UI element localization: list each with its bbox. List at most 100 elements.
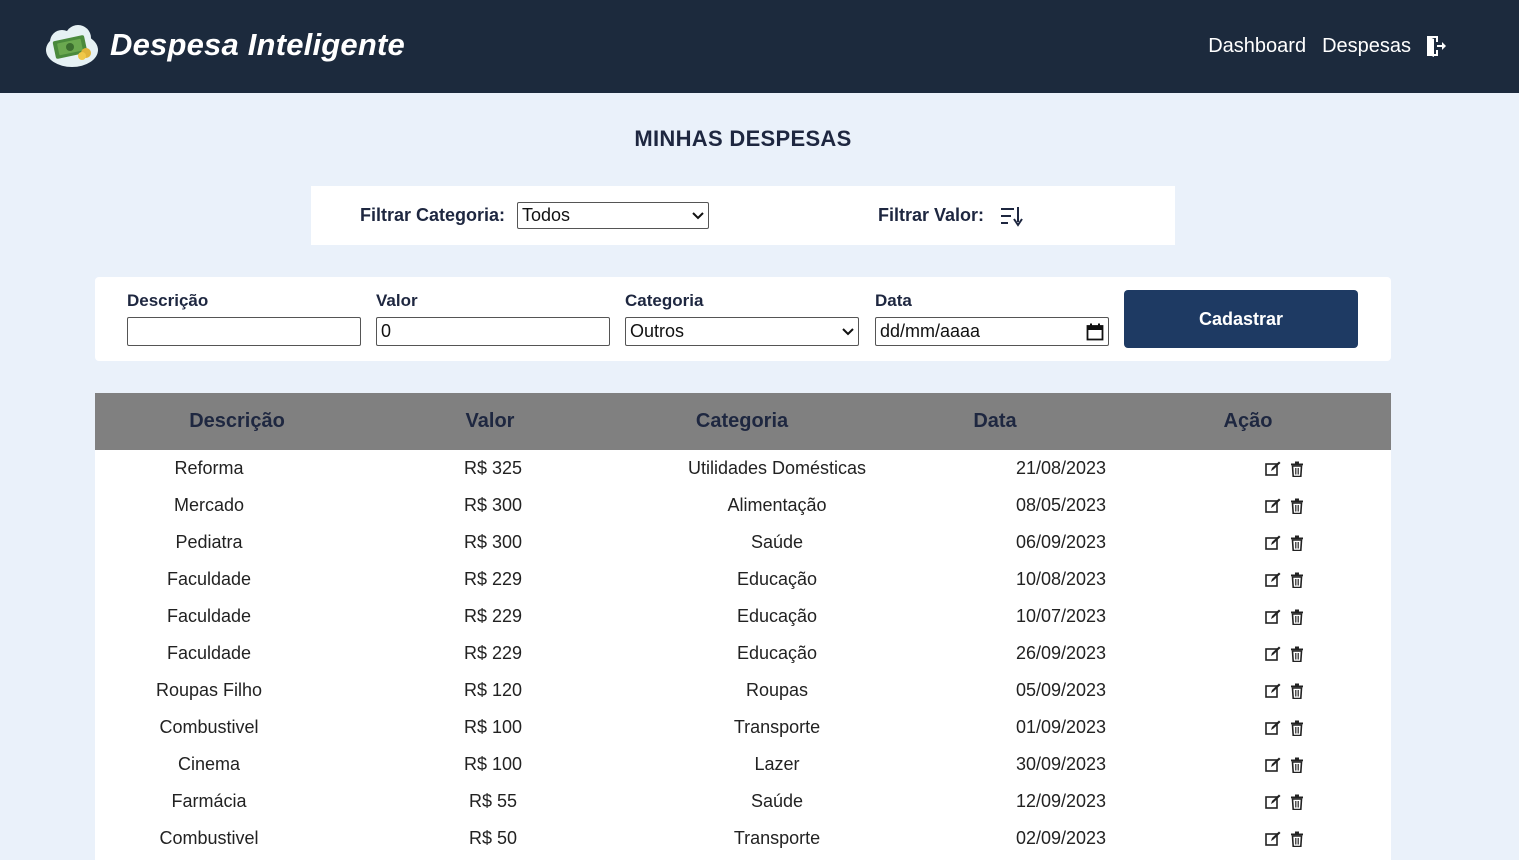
cell-categoria: Alimentação	[727, 495, 827, 515]
table-row: Mercado R$ 300 Alimentação 08/05/2023	[95, 487, 1391, 524]
chevron-down-icon	[842, 327, 854, 335]
value-field-group: Valor 0	[376, 291, 610, 346]
nav-link-despesas[interactable]: Despesas	[1322, 35, 1411, 58]
trash-icon[interactable]	[1289, 720, 1305, 736]
expense-form: Descrição Valor 0 Categoria Outros Data …	[95, 277, 1391, 361]
cell-acao	[1235, 498, 1335, 514]
value-input[interactable]: 0	[376, 317, 610, 346]
logout-icon[interactable]	[1425, 34, 1447, 58]
cell-descricao: Pediatra	[175, 532, 243, 552]
description-field-group: Descrição	[127, 291, 361, 346]
cell-categoria: Roupas	[745, 680, 809, 700]
cell-categoria: Transporte	[733, 828, 821, 848]
edit-icon[interactable]	[1265, 720, 1281, 736]
trash-icon[interactable]	[1289, 683, 1305, 699]
cell-data: 12/09/2023	[1015, 791, 1107, 811]
cell-data: 02/09/2023	[1015, 828, 1107, 848]
category-field-group: Categoria Outros	[625, 291, 859, 346]
trash-icon[interactable]	[1289, 461, 1305, 477]
cell-valor: R$ 229	[463, 643, 523, 663]
edit-icon[interactable]	[1265, 646, 1281, 662]
cell-valor: R$ 100	[463, 717, 523, 737]
table-row: Faculdade R$ 229 Educação 10/07/2023	[95, 598, 1391, 635]
filter-bar: Filtrar Categoria: Todos Filtrar Valor:	[311, 186, 1175, 245]
chevron-down-icon	[692, 211, 704, 219]
cell-acao	[1235, 535, 1335, 551]
trash-icon[interactable]	[1289, 572, 1305, 588]
description-label: Descrição	[127, 291, 209, 310]
sort-descending-icon[interactable]	[1000, 205, 1024, 227]
cell-valor: R$ 325	[463, 458, 523, 478]
nav-link-dashboard[interactable]: Dashboard	[1208, 35, 1306, 58]
cell-categoria: Lazer	[754, 754, 800, 774]
value-label: Valor	[376, 291, 418, 310]
trash-icon[interactable]	[1289, 535, 1305, 551]
category-select[interactable]: Outros	[625, 317, 859, 346]
nav-links: Dashboard Despesas	[1192, 30, 1447, 62]
filter-value-label: Filtrar Valor:	[878, 205, 985, 225]
cell-categoria: Educação	[736, 606, 818, 626]
cell-acao	[1235, 794, 1335, 810]
cell-descricao: Faculdade	[166, 643, 252, 663]
table-row: Faculdade R$ 229 Educação 10/08/2023	[95, 561, 1391, 598]
category-label: Categoria	[625, 291, 704, 310]
cell-data: 30/09/2023	[1015, 754, 1107, 774]
date-label: Data	[875, 291, 912, 310]
filter-category-select[interactable]: Todos	[517, 202, 709, 229]
cell-valor: R$ 100	[463, 754, 523, 774]
edit-icon[interactable]	[1265, 461, 1281, 477]
cell-descricao: Farmácia	[171, 791, 247, 811]
edit-icon[interactable]	[1265, 609, 1281, 625]
cell-valor: R$ 229	[463, 569, 523, 589]
table-row: Farmácia R$ 55 Saúde 12/09/2023	[95, 783, 1391, 820]
cell-categoria: Educação	[736, 643, 818, 663]
cell-acao	[1235, 831, 1335, 847]
cell-data: 08/05/2023	[1015, 495, 1107, 515]
date-input[interactable]: dd/mm/aaaa	[875, 317, 1109, 346]
top-navbar: Despesa Inteligente Dashboard Despesas	[0, 0, 1519, 93]
cell-valor: R$ 300	[463, 495, 523, 515]
column-header-descricao: Descrição	[189, 410, 285, 432]
cell-acao	[1235, 757, 1335, 773]
cell-categoria: Educação	[736, 569, 818, 589]
cell-descricao: Mercado	[173, 495, 245, 515]
table-row: Pediatra R$ 300 Saúde 06/09/2023	[95, 524, 1391, 561]
edit-icon[interactable]	[1265, 572, 1281, 588]
brand[interactable]: Despesa Inteligente	[44, 20, 405, 70]
cell-categoria: Utilidades Domésticas	[687, 458, 867, 478]
cell-valor: R$ 55	[468, 791, 518, 811]
cell-data: 05/09/2023	[1015, 680, 1107, 700]
submit-button[interactable]: Cadastrar	[1124, 290, 1358, 348]
table-header: Descrição Valor Categoria Data Ação	[95, 393, 1391, 450]
cell-data: 26/09/2023	[1015, 643, 1107, 663]
trash-icon[interactable]	[1289, 794, 1305, 810]
edit-icon[interactable]	[1265, 683, 1281, 699]
cell-categoria: Saúde	[750, 791, 804, 811]
brand-title: Despesa Inteligente	[110, 27, 405, 62]
edit-icon[interactable]	[1265, 831, 1281, 847]
description-input[interactable]	[127, 317, 361, 346]
cell-acao	[1235, 609, 1335, 625]
cell-acao	[1235, 683, 1335, 699]
trash-icon[interactable]	[1289, 831, 1305, 847]
cell-valor: R$ 120	[463, 680, 523, 700]
edit-icon[interactable]	[1265, 757, 1281, 773]
expenses-table: Descrição Valor Categoria Data Ação Refo…	[95, 393, 1391, 860]
column-header-valor: Valor	[465, 410, 515, 432]
edit-icon[interactable]	[1265, 498, 1281, 514]
trash-icon[interactable]	[1289, 609, 1305, 625]
trash-icon[interactable]	[1289, 757, 1305, 773]
column-header-data: Data	[973, 410, 1017, 432]
column-header-acao: Ação	[1223, 410, 1273, 432]
trash-icon[interactable]	[1289, 646, 1305, 662]
calendar-icon[interactable]	[1086, 323, 1104, 341]
column-header-categoria: Categoria	[695, 410, 789, 432]
money-cloud-logo-icon	[46, 25, 98, 67]
table-row: Roupas Filho R$ 120 Roupas 05/09/2023	[95, 672, 1391, 709]
table-body: Reforma R$ 325 Utilidades Domésticas 21/08/…	[95, 450, 1391, 857]
edit-icon[interactable]	[1265, 535, 1281, 551]
edit-icon[interactable]	[1265, 794, 1281, 810]
table-row: Reforma R$ 325 Utilidades Domésticas 21/08/…	[95, 450, 1391, 487]
table-row: Combustivel R$ 100 Transporte 01/09/2023	[95, 709, 1391, 746]
trash-icon[interactable]	[1289, 498, 1305, 514]
